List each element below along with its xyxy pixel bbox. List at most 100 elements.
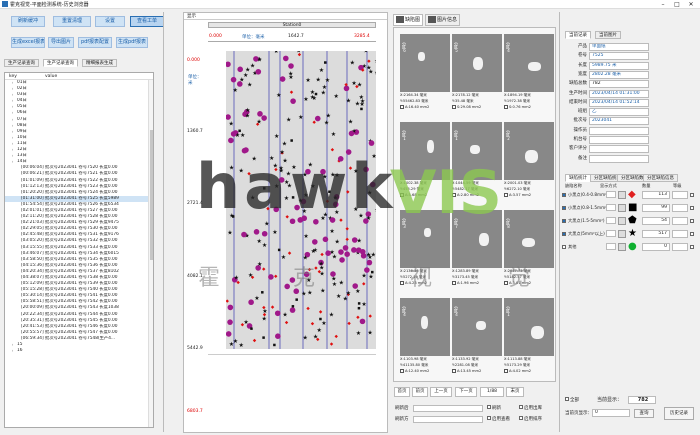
defect-circle[interactable] bbox=[261, 115, 267, 121]
thumb-image[interactable]: 分区4 bbox=[504, 34, 554, 92]
stats-row-check[interactable] bbox=[562, 219, 566, 223]
defect-circle[interactable] bbox=[330, 271, 336, 277]
defect-square[interactable] bbox=[261, 291, 264, 294]
defect-square[interactable] bbox=[324, 61, 327, 64]
defect-diamond[interactable] bbox=[284, 320, 289, 325]
defect-square[interactable] bbox=[357, 302, 361, 305]
defect-square[interactable] bbox=[360, 107, 363, 111]
history-button[interactable]: 历史记录 bbox=[664, 407, 694, 420]
defect-circle[interactable] bbox=[360, 248, 366, 255]
scroll-thumb[interactable] bbox=[150, 130, 153, 260]
thumb-check[interactable] bbox=[400, 369, 404, 373]
defect-star[interactable]: ★ bbox=[233, 338, 238, 345]
defect-star[interactable]: ★ bbox=[368, 273, 373, 280]
thumb-image[interactable]: 分区6 bbox=[400, 34, 450, 92]
defect-star[interactable]: ★ bbox=[229, 120, 234, 127]
defect-square[interactable] bbox=[277, 248, 281, 252]
defect-level[interactable] bbox=[672, 217, 688, 225]
defect-circle[interactable] bbox=[344, 251, 350, 257]
defect-star[interactable]: ★ bbox=[320, 288, 325, 295]
info-value[interactable]: 2023/04/14 01:31:00 bbox=[589, 89, 649, 98]
defect-star[interactable]: ★ bbox=[302, 334, 307, 341]
defect-star[interactable]: ★ bbox=[239, 342, 244, 349]
defect-star[interactable]: ★ bbox=[257, 57, 262, 64]
defect-circle[interactable] bbox=[359, 318, 366, 325]
left-tab-3[interactable]: 精细报表生成 bbox=[82, 59, 117, 67]
defect-diamond[interactable] bbox=[362, 282, 366, 286]
defect-star[interactable]: ★ bbox=[296, 51, 301, 54]
defect-diamond[interactable] bbox=[347, 321, 351, 326]
defect-circle[interactable] bbox=[339, 257, 345, 263]
enable-sort-check[interactable]: 启用排序 bbox=[519, 416, 542, 423]
defect-star[interactable]: ★ bbox=[319, 261, 324, 268]
defect-square[interactable] bbox=[262, 336, 265, 339]
shape-size[interactable] bbox=[606, 243, 616, 250]
toolbar-button-3[interactable]: 设置 bbox=[95, 16, 125, 27]
defect-diamond[interactable] bbox=[274, 274, 278, 279]
defect-circle[interactable] bbox=[241, 231, 247, 238]
defect-square[interactable] bbox=[273, 343, 276, 347]
thumb-check[interactable] bbox=[452, 369, 456, 373]
defect-circle[interactable] bbox=[351, 247, 357, 253]
defect-circle[interactable] bbox=[230, 76, 237, 83]
shape-bg-swatch[interactable] bbox=[618, 204, 626, 212]
defect-diamond[interactable] bbox=[345, 237, 349, 242]
defect-star[interactable]: ★ bbox=[324, 119, 329, 126]
thumb-image[interactable]: 分区4 bbox=[452, 298, 502, 356]
defect-diamond[interactable] bbox=[289, 90, 294, 94]
pager-last[interactable]: 末页 bbox=[506, 387, 524, 397]
defect-circle[interactable] bbox=[227, 319, 233, 325]
defect-star[interactable]: ★ bbox=[245, 113, 250, 120]
defect-circle[interactable] bbox=[268, 274, 274, 280]
info-value[interactable]: 2023/04/14 01:52:14 bbox=[589, 98, 649, 107]
defect-circle[interactable] bbox=[279, 76, 286, 82]
defect-circle[interactable] bbox=[348, 130, 355, 137]
refresh-check[interactable]: 刷新 bbox=[487, 405, 501, 412]
defect-star[interactable]: ★ bbox=[305, 77, 310, 84]
defect-star[interactable]: ★ bbox=[227, 230, 232, 237]
defect-diamond[interactable] bbox=[368, 314, 372, 318]
defect-star[interactable]: ★ bbox=[351, 80, 356, 87]
query-button[interactable]: 查询 bbox=[634, 409, 654, 418]
left-tab-1[interactable]: 生产记录查询 bbox=[4, 59, 39, 67]
stats-row-check[interactable] bbox=[562, 245, 566, 249]
level-check[interactable] bbox=[690, 245, 694, 249]
defect-star[interactable]: ★ bbox=[346, 290, 351, 297]
defect-star[interactable]: ★ bbox=[286, 116, 291, 123]
toolbar-button-2[interactable]: 重置清理 bbox=[53, 16, 91, 27]
info-tab-2[interactable]: 当前图片 bbox=[595, 31, 621, 39]
defect-thumbnail[interactable]: 分区4 X:1133.92 毫米 Y:2281.08 毫米 A:13.45 mm2 bbox=[452, 298, 502, 384]
tree-scrollbar[interactable] bbox=[148, 80, 153, 427]
defect-star[interactable]: ★ bbox=[329, 311, 334, 318]
pager-size[interactable]: 1/88 bbox=[480, 387, 504, 397]
defect-circle[interactable] bbox=[338, 249, 344, 255]
defect-circle[interactable] bbox=[288, 63, 294, 69]
defect-star[interactable]: ★ bbox=[256, 119, 261, 126]
defect-star[interactable]: ★ bbox=[319, 271, 324, 278]
level-check[interactable] bbox=[690, 232, 694, 236]
defect-circle[interactable] bbox=[322, 236, 329, 243]
defect-star[interactable]: ★ bbox=[319, 67, 324, 74]
info-value[interactable] bbox=[589, 145, 649, 154]
defect-level[interactable] bbox=[672, 191, 688, 199]
toolbar-button-5[interactable]: 生成excel报表 bbox=[11, 37, 45, 48]
info-value[interactable]: 7525 bbox=[589, 52, 649, 61]
defect-diamond[interactable] bbox=[367, 59, 371, 63]
info-value[interactable]: 2023041 bbox=[589, 117, 649, 126]
defect-thumbnail[interactable]: 分区4 X:1103.98 毫米 Y:41135.80 毫米 A:12.40 mm2 bbox=[400, 298, 450, 384]
defect-diamond[interactable] bbox=[252, 338, 257, 343]
maximize-icon[interactable]: □ bbox=[670, 0, 684, 9]
stats-tab-4[interactable]: 分区缺陷信息 bbox=[643, 174, 678, 182]
shape-bg-swatch[interactable] bbox=[618, 230, 626, 238]
defect-star[interactable]: ★ bbox=[336, 293, 341, 300]
defect-diamond[interactable] bbox=[287, 251, 292, 255]
defect-diamond[interactable] bbox=[312, 120, 316, 124]
image-tab-2[interactable]: 图片信息 bbox=[425, 14, 461, 26]
defect-star[interactable]: ★ bbox=[346, 98, 351, 105]
defect-level[interactable] bbox=[672, 204, 688, 212]
defect-star[interactable]: ★ bbox=[282, 312, 287, 319]
thumb-check[interactable] bbox=[504, 105, 508, 109]
stats-row-check[interactable] bbox=[562, 232, 566, 236]
defect-diamond[interactable] bbox=[262, 267, 266, 271]
defect-star[interactable]: ★ bbox=[366, 64, 371, 71]
